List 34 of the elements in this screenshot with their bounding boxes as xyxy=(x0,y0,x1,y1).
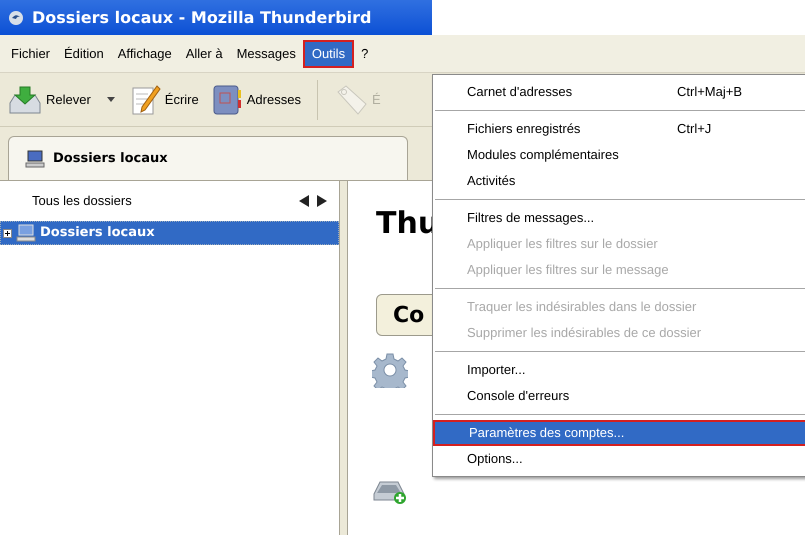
menu-item[interactable]: Carnet d'adresses Ctrl+Maj+B xyxy=(433,79,805,105)
menu-item[interactable]: Console d'erreurs xyxy=(433,383,805,409)
folder-pane-header: Tous les dossiers xyxy=(32,192,132,210)
computer-icon xyxy=(25,150,45,168)
inbox-download-icon xyxy=(8,84,42,114)
menu-item[interactable]: Options... xyxy=(433,446,805,472)
pencil-paper-icon xyxy=(130,84,161,116)
address-book-icon xyxy=(210,84,243,116)
toolbar-button[interactable]: Adresses xyxy=(206,78,305,122)
computer-icon xyxy=(16,224,36,242)
menu-item[interactable]: Fichiers enregistrés Ctrl+J xyxy=(433,116,805,142)
menu-bar-item[interactable]: Messages xyxy=(230,40,303,68)
menu-item[interactable]: Modules complémentaires xyxy=(433,142,805,168)
toolbar-button[interactable]: Relever xyxy=(4,78,95,122)
window-title: Dossiers locaux - Mozilla Thunderbird xyxy=(32,6,372,28)
menu-bar-item[interactable]: Affichage xyxy=(110,40,179,68)
folder-tree-item[interactable]: Dossiers locaux xyxy=(0,221,339,245)
menu-bar-item[interactable]: Aller à xyxy=(178,40,230,68)
menu-bar-item[interactable]: ? xyxy=(354,40,376,68)
toolbar-button[interactable]: Écrire xyxy=(126,78,203,122)
menu-item[interactable]: Paramètres des comptes... xyxy=(433,420,805,446)
menu-item[interactable]: Filtres de messages... xyxy=(433,205,805,231)
previous-arrow-icon[interactable] xyxy=(299,195,309,207)
tab[interactable]: Dossiers locaux xyxy=(8,136,408,180)
app-icon xyxy=(8,10,24,26)
menu-item[interactable]: Importer... xyxy=(433,357,805,383)
menu-bar-item[interactable]: Fichier xyxy=(4,40,58,68)
menu-bar-item[interactable]: Édition xyxy=(57,40,111,68)
next-arrow-icon[interactable] xyxy=(317,195,327,207)
expand-icon[interactable] xyxy=(3,228,12,238)
menu-item[interactable]: Activités xyxy=(433,168,805,194)
gear-icon xyxy=(372,352,408,388)
dropdown-arrow[interactable] xyxy=(106,97,115,102)
menu-bar-item[interactable]: Outils xyxy=(302,40,354,68)
